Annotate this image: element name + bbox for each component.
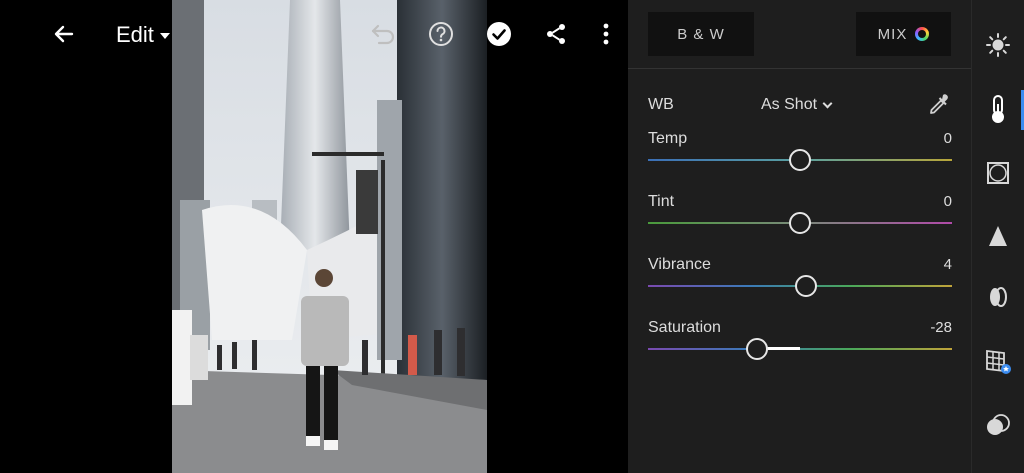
color-wheel-icon bbox=[915, 27, 930, 41]
more-vert-icon[interactable] bbox=[588, 16, 624, 52]
edit-mode-dropdown[interactable]: Edit bbox=[116, 22, 170, 48]
wb-dropdown[interactable]: As Shot bbox=[761, 96, 833, 114]
undo-icon[interactable] bbox=[365, 16, 401, 52]
light-icon[interactable] bbox=[980, 27, 1016, 63]
saturation-knob[interactable] bbox=[746, 338, 769, 360]
panel-header: B & W MIX bbox=[628, 0, 971, 69]
tint-slider[interactable]: Tint 0 bbox=[648, 193, 952, 243]
eyedropper-icon[interactable] bbox=[926, 92, 952, 118]
photo-canvas[interactable]: Edit bbox=[0, 0, 628, 473]
done-check-icon[interactable] bbox=[481, 16, 517, 52]
chevron-down-icon bbox=[822, 98, 833, 108]
top-bar: Edit bbox=[0, 0, 628, 68]
saturation-slider[interactable]: Saturation -28 bbox=[648, 319, 952, 369]
vibrance-slider[interactable]: Vibrance 4 bbox=[648, 256, 952, 306]
edit-tools-toolbar bbox=[971, 0, 1024, 473]
color-panel: B & W MIX WB As Shot Temp 0 Tint 0 Vibra… bbox=[628, 0, 971, 473]
tint-knob[interactable] bbox=[789, 212, 811, 234]
geometry-icon[interactable] bbox=[980, 343, 1016, 379]
presets-icon[interactable] bbox=[980, 407, 1016, 443]
vibrance-knob[interactable] bbox=[795, 275, 818, 297]
vibrance-value: 4 bbox=[943, 256, 952, 273]
temp-value: 0 bbox=[943, 130, 952, 147]
saturation-value: -28 bbox=[930, 319, 952, 336]
edit-mode-label: Edit bbox=[116, 22, 154, 47]
mix-button-label: MIX bbox=[877, 25, 908, 43]
wb-value: As Shot bbox=[761, 96, 818, 113]
tint-label: Tint bbox=[648, 193, 675, 210]
mix-button[interactable]: MIX bbox=[856, 12, 951, 56]
vibrance-label: Vibrance bbox=[648, 256, 711, 273]
photo-image bbox=[172, 0, 487, 473]
caret-down-icon bbox=[159, 33, 170, 39]
white-balance-row: WB As Shot bbox=[648, 92, 952, 118]
help-icon[interactable] bbox=[423, 16, 459, 52]
temp-knob[interactable] bbox=[789, 149, 811, 171]
tint-value: 0 bbox=[943, 193, 952, 210]
saturation-track[interactable] bbox=[648, 348, 952, 350]
bw-button[interactable]: B & W bbox=[648, 12, 754, 56]
wb-label: WB bbox=[648, 96, 674, 113]
detail-icon[interactable] bbox=[980, 218, 1016, 254]
share-icon[interactable] bbox=[538, 16, 574, 52]
back-arrow-icon[interactable] bbox=[46, 16, 82, 52]
effects-icon[interactable] bbox=[980, 155, 1016, 191]
optics-icon[interactable] bbox=[980, 279, 1016, 315]
color-icon[interactable] bbox=[980, 91, 1016, 127]
bw-button-label: B & W bbox=[677, 25, 725, 43]
temp-slider[interactable]: Temp 0 bbox=[648, 130, 952, 180]
saturation-label: Saturation bbox=[648, 319, 721, 336]
photo-preview[interactable] bbox=[172, 0, 487, 473]
temp-label: Temp bbox=[648, 130, 688, 147]
